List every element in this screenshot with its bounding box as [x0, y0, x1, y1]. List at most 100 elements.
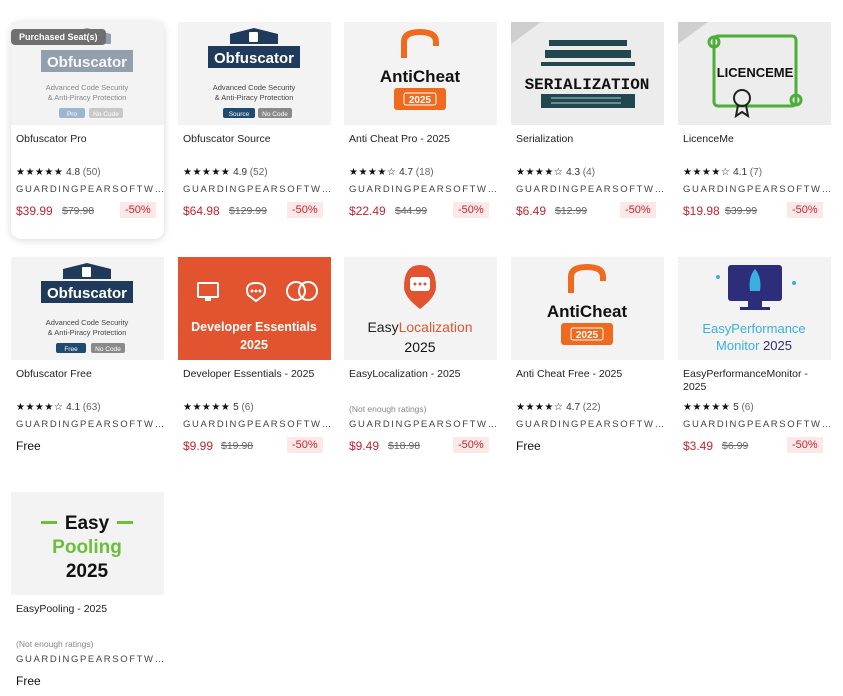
product-thumbnail[interactable]: Obfuscator Advanced Code Security & Anti… [178, 22, 331, 125]
product-title[interactable]: Obfuscator Free [16, 368, 162, 381]
svg-text:Advanced Code Security: Advanced Code Security [213, 83, 296, 92]
product-card[interactable]: LICENCEME LicenceMe ★★★★☆ 4.1 (7) GUARDI… [678, 22, 831, 222]
no-ratings-text: (Not enough ratings) [16, 639, 94, 649]
product-title[interactable]: EasyPerformanceMonitor - 2025 [683, 368, 829, 394]
product-thumbnail[interactable]: LICENCEME [678, 22, 831, 125]
svg-text:& Anti-Piracy Protection: & Anti-Piracy Protection [48, 328, 127, 337]
product-card[interactable]: AntiCheat 2025 Anti Cheat Free - 2025 ★★… [511, 257, 664, 457]
publisher-name[interactable]: GUARDINGPEARSOFTW… [16, 184, 166, 195]
product-card[interactable]: Obfuscator Advanced Code Security & Anti… [178, 22, 331, 222]
svg-text:No Code: No Code [95, 346, 121, 353]
original-price: $44.99 [395, 205, 428, 217]
product-thumbnail[interactable]: AntiCheat 2025 [511, 257, 664, 360]
svg-text:& Anti-Piracy Protection: & Anti-Piracy Protection [48, 93, 127, 102]
svg-text:2025: 2025 [404, 339, 435, 355]
product-title[interactable]: Developer Essentials - 2025 [183, 368, 329, 381]
rating: ★★★★☆ 4.1 (7) [683, 167, 763, 178]
publisher-name[interactable]: GUARDINGPEARSOFTW… [516, 184, 666, 195]
svg-text:Developer Essentials: Developer Essentials [191, 320, 317, 334]
product-card[interactable]: Obfuscator Advanced Code Security & Anti… [11, 22, 164, 239]
anticheat-logo: AntiCheat 2025 [344, 22, 497, 125]
product-title[interactable]: Anti Cheat Free - 2025 [516, 368, 662, 381]
svg-text:2025: 2025 [576, 330, 599, 341]
star-icons: ★★★★★ [183, 167, 231, 178]
easylocalization-logo: EasyLocalization 2025 [344, 257, 497, 360]
sale-price: $9.49 [349, 439, 380, 453]
svg-text:Easy: Easy [65, 513, 110, 534]
product-thumbnail[interactable]: EasyLocalization 2025 [344, 257, 497, 360]
licenceme-logo: LICENCEME [678, 22, 831, 125]
product-thumbnail[interactable]: Obfuscator Advanced Code Security & Anti… [11, 257, 164, 360]
product-card[interactable]: Obfuscator Advanced Code Security & Anti… [11, 257, 164, 457]
publisher-name[interactable]: GUARDINGPEARSOFTW… [183, 419, 333, 430]
publisher-name[interactable]: GUARDINGPEARSOFTW… [16, 654, 166, 665]
svg-text:Monitor 2025: Monitor 2025 [716, 338, 792, 353]
rating: ★★★★★ 4.9 (52) [183, 167, 268, 178]
svg-text:EasyPerformance: EasyPerformance [702, 321, 805, 336]
star-icons: ★★★★★ [183, 402, 231, 413]
rating: ★★★★★ 5 (6) [183, 402, 254, 413]
star-icons: ★★★★★ [16, 167, 64, 178]
obfuscator-logo: Obfuscator Advanced Code Security & Anti… [11, 257, 164, 360]
product-thumbnail[interactable]: AntiCheat 2025 [344, 22, 497, 125]
product-card[interactable]: EasyPerformance Monitor 2025 EasyPerform… [678, 257, 831, 457]
product-thumbnail[interactable]: Easy Pooling 2025 [11, 492, 164, 595]
product-title[interactable]: Obfuscator Source [183, 133, 329, 146]
svg-text:Obfuscator: Obfuscator [214, 50, 294, 67]
svg-text:AntiCheat: AntiCheat [380, 67, 461, 86]
product-title[interactable]: EasyLocalization - 2025 [349, 368, 495, 381]
easypooling-logo: Easy Pooling 2025 [11, 492, 164, 595]
svg-text:Obfuscator: Obfuscator [47, 285, 127, 302]
sale-price: $64.98 [183, 204, 220, 218]
sale-price: $22.49 [349, 204, 386, 218]
product-card[interactable]: Developer Essentials 2025 Developer Esse… [178, 257, 331, 457]
publisher-name[interactable]: GUARDINGPEARSOFTW… [683, 419, 833, 430]
product-title[interactable]: LicenceMe [683, 133, 829, 146]
publisher-name[interactable]: GUARDINGPEARSOFTW… [16, 419, 166, 430]
publisher-name[interactable]: GUARDINGPEARSOFTW… [683, 184, 833, 195]
product-title[interactable]: Serialization [516, 133, 662, 146]
svg-text:2025: 2025 [240, 338, 268, 352]
product-card[interactable]: SERIALIZATION Serialization ★★★★☆ 4.3 (4… [511, 22, 664, 222]
easyperformance-logo: EasyPerformance Monitor 2025 [678, 257, 831, 360]
purchased-badge: Purchased Seat(s) [11, 29, 106, 45]
product-card[interactable]: AntiCheat 2025 Anti Cheat Pro - 2025 ★★★… [344, 22, 497, 222]
publisher-name[interactable]: GUARDINGPEARSOFTW… [349, 184, 499, 195]
svg-text:Advanced Code Security: Advanced Code Security [46, 318, 129, 327]
product-title[interactable]: EasyPooling - 2025 [16, 603, 162, 616]
svg-text:& Anti-Piracy Protection: & Anti-Piracy Protection [215, 93, 294, 102]
product-card[interactable]: Easy Pooling 2025 EasyPooling - 2025 (No… [11, 492, 164, 692]
publisher-name[interactable]: GUARDINGPEARSOFTW… [349, 419, 499, 430]
product-thumbnail[interactable]: SERIALIZATION [511, 22, 664, 125]
price-free: Free [16, 439, 41, 453]
svg-text:LICENCEME: LICENCEME [717, 65, 794, 80]
product-title[interactable]: Anti Cheat Pro - 2025 [349, 133, 495, 146]
svg-text:Pooling: Pooling [52, 537, 122, 558]
publisher-name[interactable]: GUARDINGPEARSOFTW… [183, 184, 333, 195]
no-ratings-text: (Not enough ratings) [349, 404, 427, 414]
svg-text:No Code: No Code [93, 111, 119, 118]
original-price: $18.98 [388, 440, 421, 452]
original-price: $12.99 [555, 205, 588, 217]
logo-name: Obfuscator [47, 54, 127, 71]
sale-price: $39.99 [16, 204, 53, 218]
product-thumbnail[interactable]: EasyPerformance Monitor 2025 [678, 257, 831, 360]
publisher-name[interactable]: GUARDINGPEARSOFTW… [516, 419, 666, 430]
discount-badge: -50% [620, 202, 656, 218]
discount-badge: -50% [787, 202, 823, 218]
svg-text:AntiCheat: AntiCheat [547, 302, 628, 321]
discount-badge: -50% [287, 437, 323, 453]
sale-price: $19.98 [683, 204, 720, 218]
product-title[interactable]: Obfuscator Pro [16, 133, 162, 146]
rating: ★★★★☆ 4.7 (18) [349, 167, 434, 178]
product-thumbnail[interactable]: Developer Essentials 2025 [178, 257, 331, 360]
discount-badge: -50% [787, 437, 823, 453]
star-icons: ★★★★☆ [349, 167, 397, 178]
svg-text:EasyLocalization: EasyLocalization [367, 319, 472, 335]
product-card[interactable]: EasyLocalization 2025 EasyLocalization -… [344, 257, 497, 457]
original-price: $79.98 [62, 205, 95, 217]
price-free: Free [16, 674, 41, 688]
rating: ★★★★☆ 4.3 (4) [516, 167, 596, 178]
original-price: $129.99 [229, 205, 267, 217]
svg-text:No Code: No Code [262, 111, 288, 118]
